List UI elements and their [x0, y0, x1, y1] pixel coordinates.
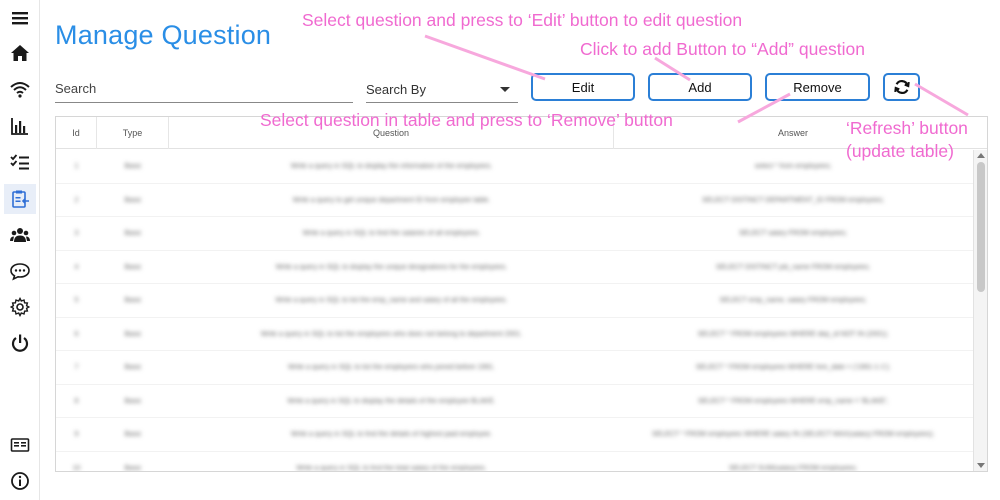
table-row[interactable]: 1 Basic Write a query in SQL to display … — [56, 150, 973, 184]
cell-question: Write a query in SQL to list the employe… — [260, 330, 523, 338]
remove-annotation: Select question in table and press to ‘R… — [260, 110, 673, 130]
cell-type: Basic — [124, 230, 142, 238]
edit-button[interactable]: Edit — [531, 73, 635, 101]
home-icon[interactable] — [4, 38, 36, 68]
cell-answer: SELECT DISTINCT job_name FROM employees; — [715, 263, 871, 271]
edit-annotation-arrow — [424, 34, 546, 81]
table-row[interactable]: 2 Basic Write a query to get unique depa… — [56, 184, 973, 217]
questions-table: Id Type Question Answer 1 Basic Write a … — [55, 116, 988, 472]
power-icon[interactable] — [4, 328, 36, 358]
page-title: Manage Question — [55, 20, 272, 50]
cell-type: Basic — [124, 364, 142, 372]
cell-question: Write a query in SQL to display the deta… — [287, 397, 496, 405]
cell-question: Write a query to get unique department I… — [292, 196, 491, 204]
cell-type: Basic — [124, 163, 142, 171]
info-icon[interactable] — [4, 466, 36, 496]
table-row[interactable]: 5 Basic Write a query in SQL to list the… — [56, 284, 973, 318]
scroll-down-icon[interactable] — [977, 463, 985, 468]
cell-answer: SELECT * FROM employees WHERE dep_id NOT… — [697, 330, 889, 338]
clipboard-icon[interactable] — [4, 184, 36, 214]
remove-button[interactable]: Remove — [765, 73, 870, 101]
cell-question: Write a query in SQL to display the info… — [290, 163, 493, 171]
cell-type: Basic — [124, 431, 142, 439]
cell-id: 4 — [74, 263, 79, 271]
cell-id: 3 — [74, 230, 79, 238]
column-header-type[interactable]: Type — [97, 117, 169, 149]
column-header-id[interactable]: Id — [56, 117, 97, 149]
scroll-up-icon[interactable] — [977, 153, 985, 158]
cell-question: Write a query in SQL to find the details… — [290, 431, 493, 439]
refresh-annotation: ‘Refresh’ button (update table) — [846, 118, 968, 162]
search-input[interactable] — [55, 76, 353, 100]
settings-icon[interactable] — [4, 292, 36, 322]
cell-id: 5 — [74, 297, 79, 305]
table-row[interactable]: 9 Basic Write a query in SQL to find the… — [56, 418, 973, 452]
cell-type: Basic — [124, 330, 142, 338]
table-row[interactable]: 8 Basic Write a query in SQL to display … — [56, 385, 973, 418]
cell-id: 7 — [74, 364, 79, 372]
bar-chart-icon[interactable] — [4, 111, 36, 141]
scroll-thumb[interactable] — [977, 162, 985, 292]
cell-type: Basic — [124, 196, 142, 204]
cell-question: Write a query in SQL to list the emp_nam… — [275, 297, 508, 305]
table-row[interactable]: 4 Basic Write a query in SQL to display … — [56, 251, 973, 284]
cell-answer: SELECT * FROM employees WHERE emp_name =… — [697, 397, 889, 405]
cell-type: Basic — [124, 297, 142, 305]
refresh-annotation-line2: (update table) — [846, 141, 954, 161]
cell-question: Write a query in SQL to find the salarie… — [302, 230, 481, 238]
id-card-icon[interactable] — [4, 430, 36, 460]
cell-type: Basic — [124, 397, 142, 405]
cell-question: Write a query in SQL to list the employe… — [287, 364, 495, 372]
cell-answer: SELECT * FROM employees WHERE salary IN … — [651, 431, 935, 439]
cell-question: Write a query in SQL to find the total s… — [296, 464, 487, 472]
refresh-annotation-arrow — [914, 82, 969, 117]
users-icon[interactable] — [4, 220, 36, 250]
cell-id: 6 — [74, 330, 79, 338]
checklist-icon[interactable] — [4, 147, 36, 177]
cell-answer: SELECT * FROM employees WHERE hire_date … — [695, 364, 891, 372]
table-row[interactable]: 6 Basic Write a query in SQL to list the… — [56, 318, 973, 351]
edit-annotation: Select question and press to ‘Edit’ butt… — [302, 10, 743, 30]
cell-question: Write a query in SQL to display the uniq… — [275, 263, 508, 271]
table-scrollbar[interactable] — [973, 150, 987, 471]
search-field[interactable] — [55, 76, 353, 103]
add-button[interactable]: Add — [648, 73, 752, 101]
table-row[interactable]: 7 Basic Write a query in SQL to list the… — [56, 351, 973, 385]
table-row[interactable]: 3 Basic Write a query in SQL to find the… — [56, 217, 973, 251]
cell-answer: SELECT SUM(salary) FROM employees; — [728, 464, 858, 472]
chat-icon[interactable] — [4, 256, 36, 286]
cell-id: 9 — [74, 431, 79, 439]
cell-answer: SELECT emp_name, salary FROM employees; — [719, 297, 867, 305]
cell-id: 8 — [74, 397, 79, 405]
menu-icon[interactable] — [4, 3, 36, 33]
cell-answer: SELECT DISTINCT DEPARTMENT_ID FROM emplo… — [702, 196, 884, 204]
refresh-annotation-line1: ‘Refresh’ button — [846, 118, 968, 138]
cell-type: Basic — [124, 464, 142, 472]
search-by-dropdown[interactable]: Search By — [366, 76, 518, 103]
table-body: 1 Basic Write a query in SQL to display … — [56, 150, 973, 472]
chevron-down-icon — [500, 86, 510, 92]
search-by-label: Search By — [366, 81, 426, 97]
cell-answer: SELECT salary FROM employees; — [738, 230, 847, 238]
sidebar — [0, 0, 40, 500]
cell-id: 2 — [74, 196, 79, 204]
cell-type: Basic — [124, 263, 142, 271]
add-annotation: Click to add Button to “Add” question — [580, 39, 866, 59]
refresh-button[interactable] — [883, 73, 920, 101]
table-row[interactable]: 10 Basic Write a query in SQL to find th… — [56, 452, 973, 472]
cell-id: 10 — [72, 464, 81, 472]
wifi-icon[interactable] — [4, 74, 36, 104]
cell-id: 1 — [74, 163, 79, 171]
refresh-icon — [893, 80, 910, 94]
